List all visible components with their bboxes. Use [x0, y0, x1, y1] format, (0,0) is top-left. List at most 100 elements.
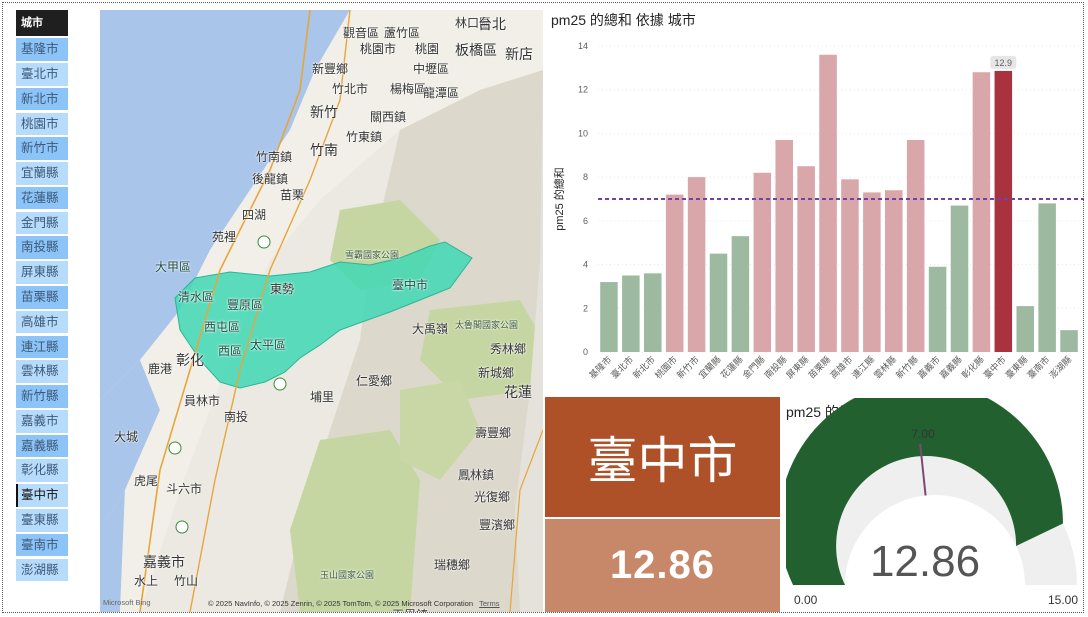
bar[interactable] [863, 192, 881, 352]
bar[interactable] [906, 139, 925, 352]
x-tick-label: 基隆市 [586, 354, 613, 381]
slicer-item[interactable]: 彰化縣 [16, 459, 68, 483]
bar[interactable] [994, 70, 1013, 352]
slicer-item[interactable]: 苗栗縣 [16, 286, 68, 309]
map-place-label: 中壢區 [413, 62, 450, 76]
slicer-item[interactable]: 基隆市 [16, 38, 68, 61]
map-place-label: 豐濱鄉 [479, 518, 516, 532]
map-place-label: 新城鄉 [478, 366, 515, 380]
map-place-label: 虎尾 [134, 474, 159, 488]
bar[interactable] [731, 236, 750, 352]
y-tick-label: 8 [583, 172, 588, 182]
map-place-label: 楊梅區 [390, 82, 427, 96]
gauge-visual[interactable]: pm25 的最小值 7.0012.860.0015.00 [786, 398, 1084, 612]
map-place-label: 觀音區 [343, 26, 380, 40]
y-tick-label: 14 [578, 41, 588, 51]
map-place-label: 台北 [478, 16, 506, 32]
slicer-item[interactable]: 臺中市 [16, 484, 68, 507]
slicer-item[interactable]: 金門縣 [16, 211, 68, 235]
slicer-item[interactable]: 高雄市 [16, 310, 68, 334]
slicer-item[interactable]: 花蓮縣 [16, 186, 68, 210]
x-tick-label: 金門縣 [740, 354, 767, 381]
slicer-item[interactable]: 嘉義市 [16, 409, 68, 433]
map-place-label: 太魯閣國家公園 [455, 320, 519, 330]
bar[interactable] [600, 282, 618, 352]
map-place-label: 太平區 [250, 338, 287, 352]
map-place-label: 豐原區 [227, 298, 264, 312]
slicer-list: 基隆市 臺北市 新北市 桃園市 新竹市 宜蘭縣 花蓮縣 金門縣 南投縣 屏東縣 苗栗縣 高雄市 連江縣雲… [16, 38, 68, 582]
data-label: 12.9 [995, 58, 1013, 68]
map-place-label: 花蓮 [504, 384, 532, 400]
bar[interactable] [1060, 330, 1078, 352]
bar[interactable] [928, 266, 947, 352]
slicer-item[interactable]: 桃園市 [16, 112, 68, 136]
gauge-min-label: 0.00 [794, 593, 818, 607]
map-place-label: 新豐鄉 [312, 62, 349, 76]
slicer-item[interactable]: 臺南市 [16, 533, 68, 557]
map-place-label: 板橋區 [455, 42, 497, 58]
map-place-label: 嘉義市 [143, 554, 185, 570]
x-tick-label: 連江縣 [849, 354, 876, 381]
selected-city-value: 臺中市 [587, 433, 738, 489]
map-place-label: 桃園市 [360, 42, 397, 56]
bar[interactable] [885, 190, 903, 352]
bar[interactable] [709, 253, 728, 352]
slicer-item[interactable]: 南投縣 [16, 236, 68, 260]
slicer-item[interactable]: 連江縣 [16, 335, 68, 359]
slicer-item[interactable]: 宜蘭縣 [16, 162, 68, 185]
bar[interactable] [1038, 203, 1056, 352]
map-place-label: 竹東鎮 [346, 130, 383, 144]
bar[interactable] [972, 72, 991, 352]
slicer-item[interactable]: 屏東縣 [16, 261, 68, 284]
bar[interactable] [622, 275, 640, 353]
x-tick-label: 澎湖縣 [1047, 354, 1074, 381]
bar[interactable] [819, 54, 837, 352]
map-place-label: 彰化 [176, 352, 204, 368]
map-place-label: 秀林鄉 [490, 342, 527, 356]
bar[interactable] [797, 166, 815, 352]
map-place-label: 大禹嶺 [412, 322, 449, 336]
x-tick-label: 臺中市 [981, 354, 1008, 381]
map-place-label: 關西鎮 [370, 110, 407, 124]
bar[interactable] [665, 194, 684, 352]
map-place-label: 壽豐鄉 [475, 426, 512, 440]
bar-chart-visual[interactable]: pm25 的總和 依據 城市 0 2 4 6 8 10 12 14 pm25 的總和 基隆市 臺北市… [546, 6, 1086, 394]
map-place-label: 員林市 [184, 394, 221, 408]
bar[interactable] [1016, 306, 1034, 352]
x-tick-label: 新北市 [630, 354, 657, 381]
slicer-item[interactable]: 臺東縣 [16, 509, 68, 532]
slicer-item[interactable]: 嘉義縣 [16, 434, 68, 458]
bar[interactable] [644, 273, 662, 352]
gauge-target-label: 7.00 [911, 427, 935, 441]
terms-link[interactable]: Terms [479, 599, 499, 608]
slicer-item[interactable]: 新竹縣 [16, 385, 68, 408]
pm25-value: 12.86 [609, 543, 716, 587]
y-tick-label: 10 [578, 128, 588, 138]
x-tick-label: 苗栗縣 [806, 354, 832, 380]
x-tick-label: 新竹縣 [893, 354, 920, 381]
bar[interactable] [687, 177, 706, 352]
slicer-item[interactable]: 新竹市 [16, 137, 68, 160]
x-tick-label: 南投縣 [762, 354, 789, 381]
slicer-item[interactable]: 臺北市 [16, 62, 68, 86]
y-tick-label: 0 [583, 347, 588, 357]
city-slicer[interactable]: 城市 基隆市 臺北市 新北市 桃園市 新竹市 宜蘭縣 花蓮縣 金門縣 南投縣 屏東縣 苗栗縣 高雄市連… [16, 10, 68, 582]
slicer-item[interactable]: 新北市 [16, 87, 68, 111]
map-place-label: 後龍鎮 [252, 172, 289, 186]
attribution-text: © 2025 NavInfo, © 2025 Zenrin, © 2025 To… [208, 599, 474, 608]
bar[interactable] [841, 179, 859, 352]
map-place-label: 四湖 [242, 208, 267, 222]
bar[interactable] [950, 205, 969, 352]
map-place-label: 大城 [114, 430, 139, 444]
x-tick-label: 雲林縣 [871, 354, 898, 381]
slicer-item[interactable]: 雲林縣 [16, 360, 68, 383]
slicer-item[interactable]: 澎湖縣 [16, 558, 68, 582]
map-place-label: 蘆竹區 [384, 26, 421, 40]
map-place-label: 西屯區 [204, 320, 241, 334]
selected-city-card: 臺中市 [545, 397, 780, 517]
bar[interactable] [775, 139, 793, 352]
map-place-label: 新店 [505, 46, 533, 62]
map-canvas[interactable] [100, 10, 543, 612]
y-tick-label: 6 [583, 216, 588, 226]
map-visual[interactable]: 林口區 觀音區 蘆竹區 台北 桃園市 桃園 板橋區 新店 新豐鄉 中壢區 竹北市 楊梅區 龍潭區 新竹 關西… [100, 10, 543, 612]
